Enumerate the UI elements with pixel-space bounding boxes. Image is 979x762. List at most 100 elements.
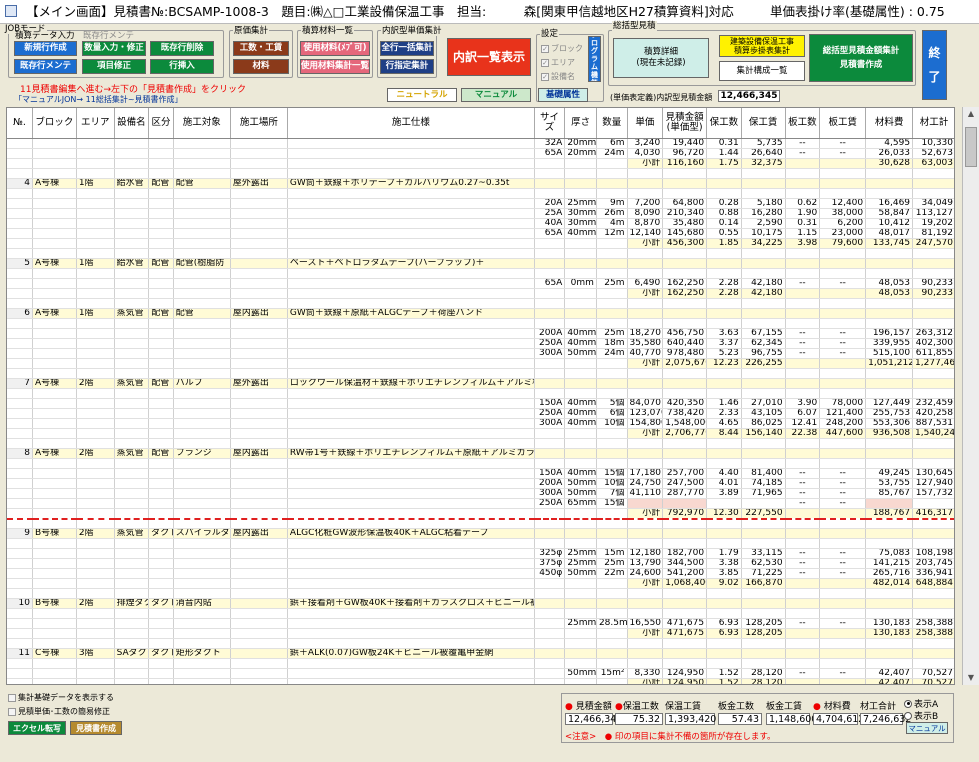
table-cell[interactable]: [148, 548, 174, 559]
table-cell[interactable]: [230, 498, 288, 509]
table-cell[interactable]: 5,735: [741, 138, 786, 149]
empty-row[interactable]: [7, 658, 954, 669]
table-cell[interactable]: [819, 628, 867, 639]
table-cell[interactable]: 蒸気管: [114, 528, 150, 539]
table-cell[interactable]: 6m: [596, 138, 628, 149]
table-cell[interactable]: 22.38: [785, 428, 821, 439]
table-cell[interactable]: [596, 358, 628, 369]
table-cell[interactable]: 小計: [627, 358, 664, 369]
table-cell[interactable]: [76, 608, 115, 619]
table-cell[interactable]: 447,600: [819, 428, 867, 439]
table-cell[interactable]: [173, 408, 231, 419]
table-cell[interactable]: [32, 208, 77, 219]
table-cell[interactable]: [662, 498, 708, 509]
table-cell[interactable]: [564, 298, 597, 309]
table-cell[interactable]: 65mm: [564, 498, 597, 509]
table-cell[interactable]: [627, 318, 664, 329]
table-cell[interactable]: [706, 388, 742, 399]
table-cell[interactable]: 75,083: [865, 548, 914, 559]
table-cell[interactable]: [819, 377, 867, 389]
table-cell[interactable]: 515,100: [865, 348, 914, 359]
table-cell[interactable]: 936,508: [865, 428, 914, 439]
table-cell[interactable]: 2階: [76, 598, 115, 609]
table-cell[interactable]: [7, 428, 33, 439]
table-cell[interactable]: --: [785, 278, 821, 289]
table-cell[interactable]: [114, 208, 150, 219]
table-cell[interactable]: 145,680: [662, 228, 708, 239]
table-cell[interactable]: 42,407: [865, 668, 914, 679]
table-cell[interactable]: 25mm: [564, 558, 597, 569]
table-cell[interactable]: [706, 318, 742, 329]
table-cell[interactable]: 26,640: [741, 148, 786, 159]
table-cell[interactable]: 1,548,000: [662, 418, 708, 429]
table-cell[interactable]: [230, 588, 288, 599]
table-cell[interactable]: [173, 288, 231, 299]
table-cell[interactable]: [534, 638, 566, 649]
table-cell[interactable]: 40A: [534, 218, 566, 229]
table-cell[interactable]: [662, 438, 708, 449]
table-cell[interactable]: 3.63: [706, 328, 742, 339]
data-row[interactable]: 150A 40mm 5個 84,070 420,350 1.46 27,010 3.90 78,…: [7, 398, 954, 409]
table-cell[interactable]: [287, 418, 535, 429]
table-cell[interactable]: 74,185: [741, 478, 786, 489]
table-cell[interactable]: 203,745: [912, 558, 954, 569]
table-cell[interactable]: 124,950: [662, 668, 708, 679]
table-cell[interactable]: [627, 638, 664, 649]
table-cell[interactable]: [287, 238, 535, 249]
table-cell[interactable]: [230, 458, 288, 469]
table-cell[interactable]: [148, 658, 174, 669]
table-cell[interactable]: [287, 618, 535, 629]
table-cell[interactable]: [7, 398, 33, 409]
table-cell[interactable]: --: [819, 138, 867, 149]
table-cell[interactable]: [534, 678, 566, 684]
table-cell[interactable]: 22m: [596, 568, 628, 579]
table-cell[interactable]: 227,550: [741, 508, 786, 520]
table-cell[interactable]: --: [819, 338, 867, 349]
table-cell[interactable]: [596, 298, 628, 309]
table-cell[interactable]: --: [819, 328, 867, 339]
material-used-button[interactable]: 使用材料(ﾒﾌﾞ可): [300, 41, 370, 56]
table-cell[interactable]: 70,527: [912, 668, 954, 679]
table-cell[interactable]: [230, 558, 288, 569]
table-cell[interactable]: [7, 548, 33, 559]
header-row[interactable]: 6 A号棟 1階 蒸気管 配管 配管 屋内露出 GW筒＋鉄線＋原紙＋ALGCテープ＋荷座バンド: [7, 307, 954, 319]
subtotal-row[interactable]: 小計 456,300 1.85 34,225 3.98 79,600 133,745 247,…: [7, 238, 954, 249]
table-cell[interactable]: [173, 168, 231, 179]
table-cell[interactable]: [627, 598, 664, 609]
table-cell[interactable]: [706, 368, 742, 379]
table-cell[interactable]: [706, 438, 742, 449]
table-cell[interactable]: 133,745: [865, 238, 914, 249]
table-cell[interactable]: 42,180: [741, 288, 786, 299]
table-cell[interactable]: 232,459: [912, 398, 954, 409]
table-cell[interactable]: [912, 377, 954, 389]
table-cell[interactable]: [912, 648, 954, 659]
equipment-checkbox[interactable]: ✓ 設備名: [541, 71, 575, 82]
table-cell[interactable]: [32, 628, 77, 639]
table-cell[interactable]: 20mm: [564, 138, 597, 149]
table-cell[interactable]: 6,200: [819, 218, 867, 229]
table-cell[interactable]: 4.40: [706, 468, 742, 479]
table-cell[interactable]: 8.44: [706, 428, 742, 439]
table-cell[interactable]: [785, 447, 821, 459]
table-cell[interactable]: [32, 508, 77, 520]
table-cell[interactable]: [76, 168, 115, 179]
table-cell[interactable]: 27,010: [741, 398, 786, 409]
table-cell[interactable]: [76, 338, 115, 349]
table-cell[interactable]: [114, 638, 150, 649]
table-cell[interactable]: [819, 658, 867, 669]
table-cell[interactable]: 小計: [627, 158, 664, 169]
table-cell[interactable]: [596, 318, 628, 329]
table-cell[interactable]: 3.89: [706, 488, 742, 499]
table-cell[interactable]: 130,183: [865, 628, 914, 639]
table-cell[interactable]: [114, 428, 150, 439]
table-cell[interactable]: [662, 588, 708, 599]
table-cell[interactable]: [596, 578, 628, 589]
table-cell[interactable]: 1,068,400: [662, 578, 708, 589]
table-cell[interactable]: [114, 138, 150, 149]
table-cell[interactable]: 消音内貼: [173, 598, 231, 609]
table-cell[interactable]: [706, 528, 742, 539]
table-cell[interactable]: 247,570: [912, 238, 954, 249]
table-cell[interactable]: --: [819, 548, 867, 559]
table-cell[interactable]: [148, 538, 174, 549]
table-cell[interactable]: [32, 568, 77, 579]
